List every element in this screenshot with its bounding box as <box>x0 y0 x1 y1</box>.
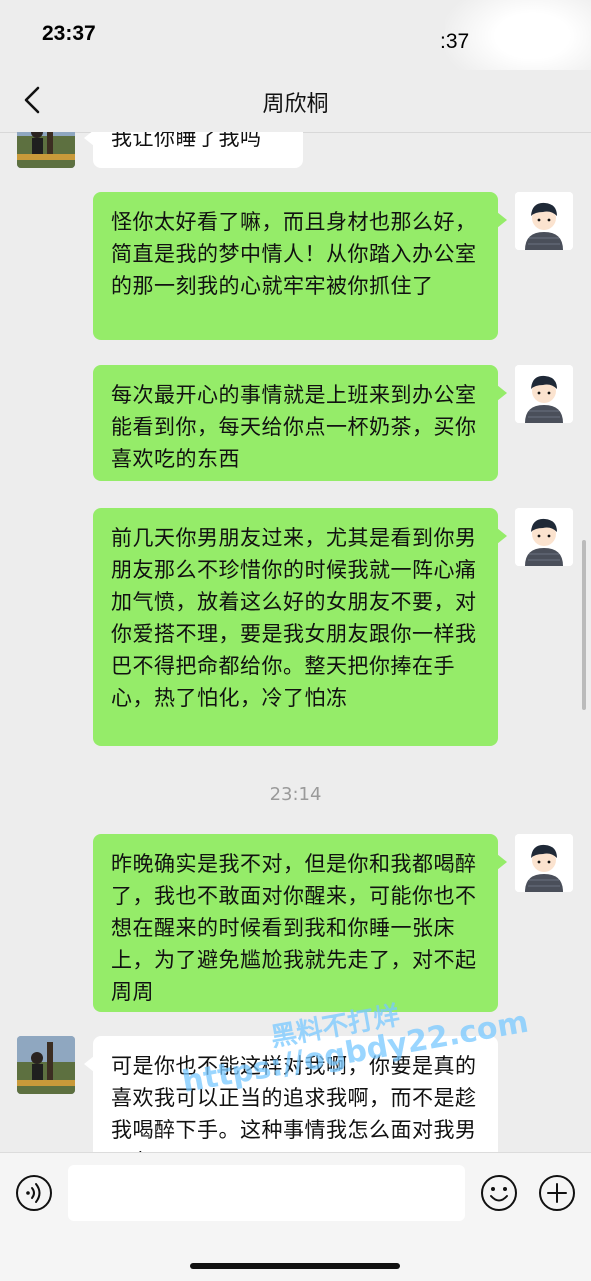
message-bubble-sent[interactable]: 前几天你男朋友过来，尤其是看到你男朋友那么不珍惜你的时候我就一阵心痛加气愤，放着… <box>93 508 507 746</box>
status-time: 23:37 <box>42 22 96 45</box>
my-avatar[interactable] <box>515 834 573 892</box>
message-text: 我让你睡了我吗 <box>111 132 262 150</box>
message-text: 可是你也不能这样对我啊，你要是真的喜欢我可以正当的追求我啊，而不是趁我喝醉下手。… <box>111 1054 477 1152</box>
contact-avatar-image <box>17 1036 75 1094</box>
plus-circle-icon <box>539 1175 575 1211</box>
message-text: 怪你太好看了嘛，而且身材也那么好，简直是我的梦中情人！从你踏入办公室的那一刻我的… <box>111 210 477 298</box>
add-button[interactable] <box>537 1173 577 1213</box>
my-avatar[interactable] <box>515 508 573 566</box>
cartoon-boy-avatar-icon <box>515 365 573 423</box>
message-bubble-sent[interactable]: 每次最开心的事情就是上班来到办公室能看到你，每天给你点一杯奶茶，买你喜欢吃的东西 <box>93 365 507 481</box>
status-bar: 23:37 :37 <box>0 0 591 90</box>
nav-bar: 周欣桐 <box>0 70 591 133</box>
input-bar <box>0 1152 591 1281</box>
message-text: 前几天你男朋友过来，尤其是看到你男朋友那么不珍惜你的时候我就一阵心痛加气愤，放着… <box>111 526 477 710</box>
message-text: 每次最开心的事情就是上班来到办公室能看到你，每天给你点一杯奶茶，买你喜欢吃的东西 <box>111 383 477 471</box>
emoji-button[interactable] <box>479 1173 519 1213</box>
message-input[interactable] <box>68 1165 465 1221</box>
cartoon-boy-avatar-icon <box>515 834 573 892</box>
chat-title: 周欣桐 <box>262 92 329 117</box>
contact-avatar[interactable] <box>17 1036 75 1094</box>
contact-avatar-image <box>17 132 75 168</box>
scrollbar[interactable] <box>582 540 586 710</box>
chat-timestamp: 23:14 <box>269 784 322 805</box>
cartoon-boy-avatar-icon <box>515 192 573 250</box>
message-bubble-received[interactable]: 可是你也不能这样对我啊，你要是真的喜欢我可以正当的追求我啊，而不是趁我喝醉下手。… <box>84 1036 498 1152</box>
emoji-icon <box>481 1175 517 1211</box>
cartoon-boy-avatar-icon <box>515 508 573 566</box>
my-avatar[interactable] <box>515 365 573 423</box>
message-bubble-sent[interactable]: 昨晚确实是我不对，但是你和我都喝醉了，我也不敢面对你醒来，可能你也不想在醒来的时… <box>93 834 507 1012</box>
voice-button[interactable] <box>14 1173 54 1213</box>
voice-icon <box>16 1175 52 1211</box>
message-text: 昨晚确实是我不对，但是你和我都喝醉了，我也不敢面对你醒来，可能你也不想在醒来的时… <box>111 852 477 1004</box>
my-avatar[interactable] <box>515 192 573 250</box>
message-bubble-received[interactable]: 我让你睡了我吗 <box>84 132 303 168</box>
home-indicator[interactable] <box>190 1263 400 1269</box>
chat-message-list[interactable]: 我让你睡了我吗 怪你太好看了嘛，而且身材也那么好，简直是我的梦中情人！从你踏入办… <box>0 132 591 1152</box>
message-bubble-sent[interactable]: 怪你太好看了嘛，而且身材也那么好，简直是我的梦中情人！从你踏入办公室的那一刻我的… <box>93 192 507 340</box>
status-time-secondary: :37 <box>440 30 470 53</box>
contact-avatar[interactable] <box>17 132 75 168</box>
